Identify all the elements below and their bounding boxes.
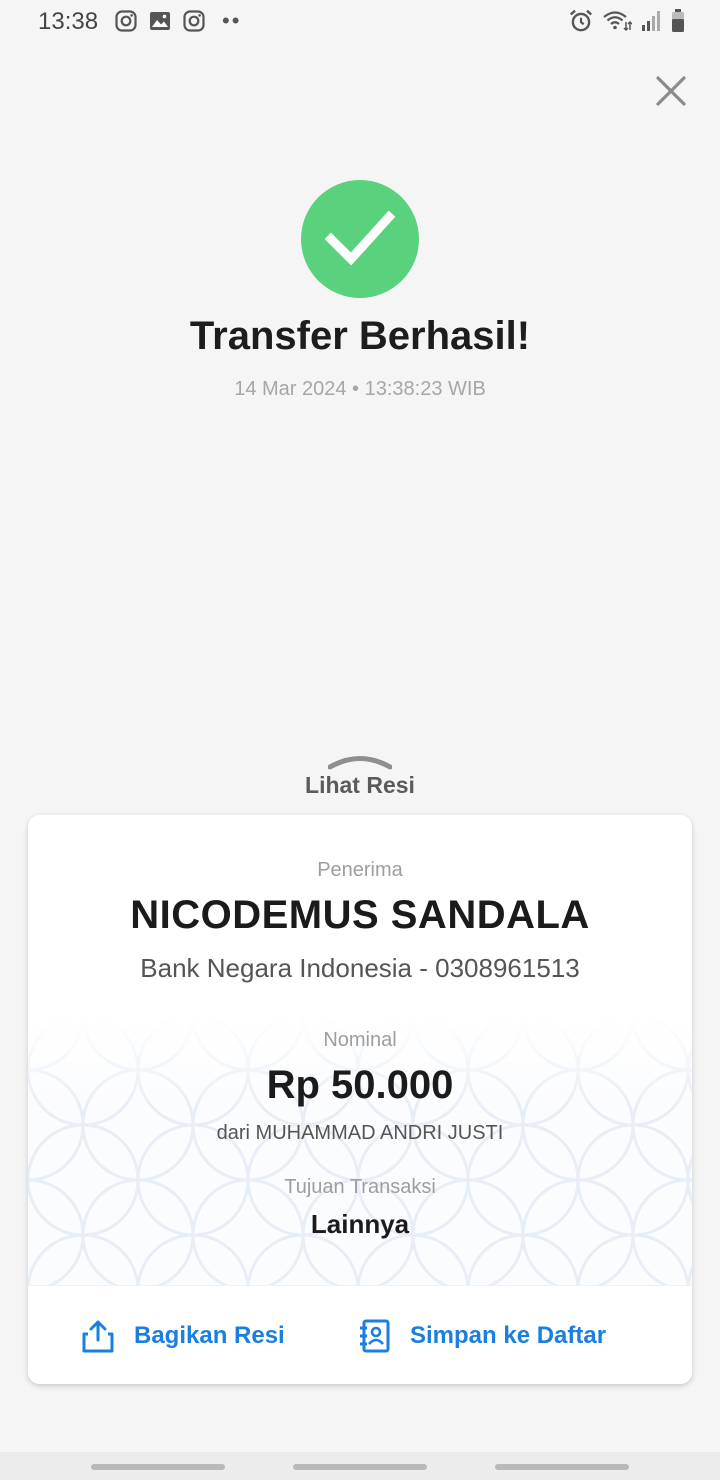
instagram-icon [183,10,205,32]
nav-home-button[interactable] [293,1464,427,1470]
signal-icon [642,11,660,31]
save-to-list-label: Simpan ke Daftar [410,1322,607,1349]
wifi-icon [603,11,632,32]
success-badge [301,180,419,298]
chevron-up-icon[interactable] [328,752,392,772]
purpose-label: Tujuan Transaksi [284,1176,436,1198]
alarm-icon [569,9,593,32]
share-receipt-label: Bagikan Resi [134,1322,285,1349]
amount-label: Nominal [323,1029,397,1051]
gallery-icon [150,12,170,30]
status-time: 13:38 [38,8,99,35]
status-bar: 13:38 •• [0,0,720,44]
page-title: Transfer Berhasil! [189,314,531,358]
recipient-bank-account: Bank Negara Indonesia - 0308961513 [140,953,580,983]
share-icon [82,1320,114,1353]
status-system-icons [568,8,686,34]
receipt-actions: Bagikan Resi Simpan ke Daftar [28,1285,692,1384]
battery-icon [672,9,684,32]
transfer-amount: Rp 50.000 [266,1063,454,1107]
instagram-icon [115,10,137,32]
receipt-card: Penerima NICODEMUS SANDALA Bank Negara I… [28,815,692,1384]
nav-back-button[interactable] [495,1464,629,1470]
view-receipt-toggle[interactable]: Lihat Resi [0,772,720,799]
contact-book-icon [360,1319,390,1353]
recipient-label: Penerima [317,859,403,881]
close-icon[interactable] [652,72,690,110]
save-to-list-button[interactable]: Simpan ke Daftar [356,1316,606,1356]
batik-pattern-background [28,1015,692,1285]
transaction-timestamp: 14 Mar 2024 • 13:38:23 WIB [234,378,486,400]
checkmark-icon [325,210,395,266]
recipient-name: NICODEMUS SANDALA [130,893,590,937]
navigation-bar [0,1452,720,1480]
more-notifications-icon: •• [222,8,242,33]
share-receipt-button[interactable]: Bagikan Resi [80,1316,285,1356]
sender-name: dari MUHAMMAD ANDRI JUSTI [216,1122,504,1144]
nav-recents-button[interactable] [91,1464,225,1470]
transaction-purpose: Lainnya [310,1209,410,1239]
status-notification-icons: •• [114,9,241,33]
